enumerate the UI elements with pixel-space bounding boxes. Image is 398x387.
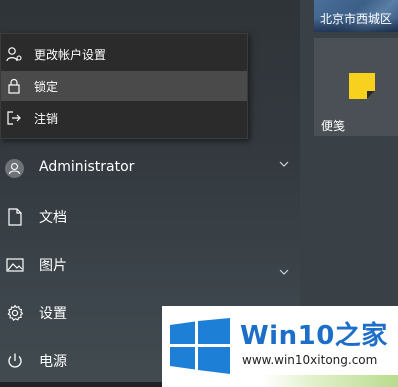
lock-icon xyxy=(8,78,20,94)
watermark-brand-suffix: 之家 xyxy=(334,321,388,351)
user-account-flyout: 更改帐户设置 锁定 注销 xyxy=(0,33,248,139)
menu-item-label: 注销 xyxy=(34,112,59,126)
nav-settings-label: 设置 xyxy=(39,306,67,322)
watermark-brand-prefix: Win10 xyxy=(240,321,335,351)
sticky-notes-icon xyxy=(349,73,375,99)
weather-map-tile[interactable]: 北京市西城区 xyxy=(314,0,398,32)
menu-item-label: 更改帐户设置 xyxy=(34,48,107,62)
menu-item-change-account-settings[interactable]: 更改帐户设置 xyxy=(1,39,247,69)
menu-item-lock[interactable]: 锁定 xyxy=(1,71,247,101)
nav-documents[interactable]: 文档 xyxy=(0,196,300,236)
sticky-notes-label: 便笺 xyxy=(321,119,346,133)
pictures-icon xyxy=(6,258,24,272)
document-icon xyxy=(8,208,22,226)
sticky-notes-tile[interactable]: 便笺 xyxy=(314,38,398,136)
chevron-down-icon[interactable] xyxy=(279,161,289,167)
nav-user-account[interactable]: Administrator xyxy=(0,148,300,188)
nav-pictures[interactable]: 图片 xyxy=(0,244,300,284)
map-tile-label: 北京市西城区 xyxy=(320,12,393,26)
watermark-decor xyxy=(262,375,398,387)
nav-user-label: Administrator xyxy=(39,159,135,175)
windows-logo-icon xyxy=(170,318,230,374)
gear-icon xyxy=(7,304,24,321)
sign-out-icon xyxy=(7,111,21,125)
user-settings-icon xyxy=(6,47,22,62)
avatar-person-icon xyxy=(8,162,21,175)
chevron-down-icon[interactable] xyxy=(279,269,289,275)
nav-pictures-label: 图片 xyxy=(39,258,67,274)
menu-item-label: 锁定 xyxy=(34,80,59,94)
watermark-brand: Win10之家 xyxy=(240,315,388,352)
watermark-url: www.win10xitong.com xyxy=(242,353,378,367)
nav-documents-label: 文档 xyxy=(39,210,67,226)
menu-item-sign-out[interactable]: 注销 xyxy=(1,103,247,133)
site-watermark: Win10之家 www.win10xitong.com xyxy=(162,306,398,387)
power-icon xyxy=(8,353,22,368)
avatar xyxy=(5,159,24,178)
nav-power-label: 电源 xyxy=(39,354,67,370)
